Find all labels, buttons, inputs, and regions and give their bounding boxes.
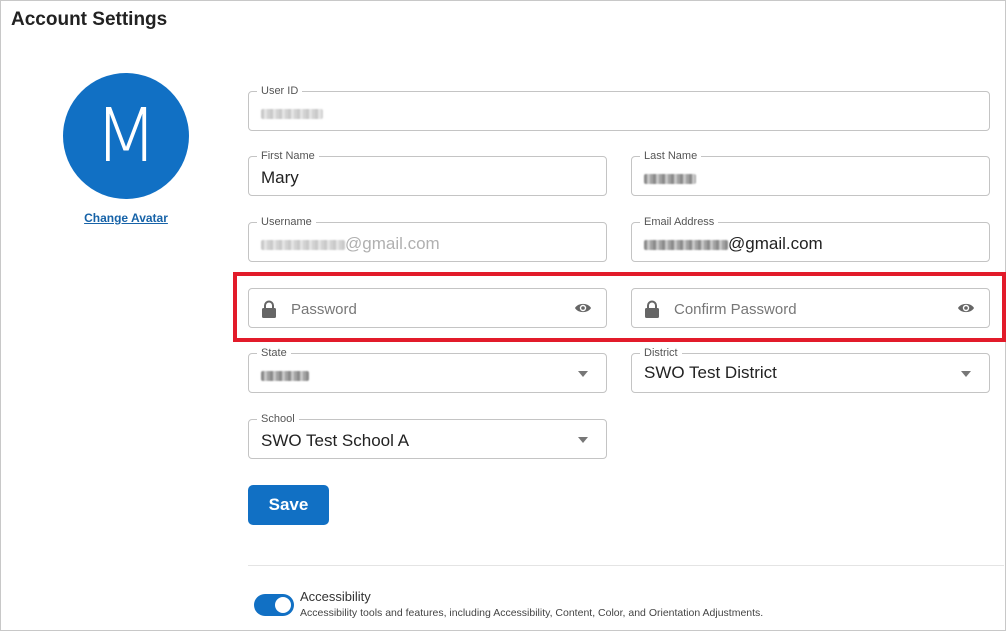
state-select[interactable]: State (248, 346, 607, 393)
school-select[interactable]: School SWO Test School A (248, 412, 607, 459)
user-id-value (261, 103, 323, 123)
state-value (261, 365, 309, 385)
first-name-value: Mary (261, 168, 299, 187)
toggle-knob (275, 597, 291, 613)
district-select[interactable]: District SWO Test District (631, 346, 990, 393)
school-label: School (257, 412, 299, 426)
username-value: @gmail.com (261, 234, 440, 254)
chevron-down-icon (578, 437, 588, 443)
user-id-label: User ID (257, 84, 303, 98)
accessibility-title: Accessibility (300, 589, 371, 604)
redacted-text (261, 108, 323, 119)
redacted-text (261, 370, 309, 381)
email-value: @gmail.com (644, 234, 823, 254)
username-domain: @gmail.com (345, 234, 440, 253)
change-avatar-link[interactable]: Change Avatar (82, 211, 170, 225)
avatar-initial: M (94, 93, 158, 179)
redacted-text (644, 239, 728, 250)
page-title: Account Settings (11, 9, 168, 30)
save-button[interactable]: Save (248, 485, 329, 525)
accessibility-toggle[interactable] (254, 594, 294, 616)
email-label: Email Address (640, 215, 719, 229)
district-value: SWO Test District (644, 363, 777, 382)
username-label: Username (257, 215, 316, 229)
last-name-value (644, 168, 696, 188)
first-name-field[interactable]: First Name Mary (248, 149, 607, 196)
redacted-text (644, 173, 696, 184)
last-name-label: Last Name (640, 149, 702, 163)
email-domain: @gmail.com (728, 234, 823, 253)
chevron-down-icon (578, 371, 588, 377)
section-divider (248, 565, 1004, 566)
school-value: SWO Test School A (261, 431, 410, 450)
district-label: District (640, 346, 682, 360)
highlight-box (233, 272, 1006, 342)
username-field[interactable]: Username @gmail.com (248, 215, 607, 262)
last-name-field[interactable]: Last Name (631, 149, 990, 196)
redacted-text (261, 239, 345, 250)
avatar: M (63, 73, 189, 199)
email-field[interactable]: Email Address @gmail.com (631, 215, 990, 262)
user-id-field[interactable]: User ID (248, 84, 990, 131)
first-name-label: First Name (257, 149, 319, 163)
chevron-down-icon (961, 371, 971, 377)
state-label: State (257, 346, 291, 360)
accessibility-description: Accessibility tools and features, includ… (300, 607, 764, 619)
